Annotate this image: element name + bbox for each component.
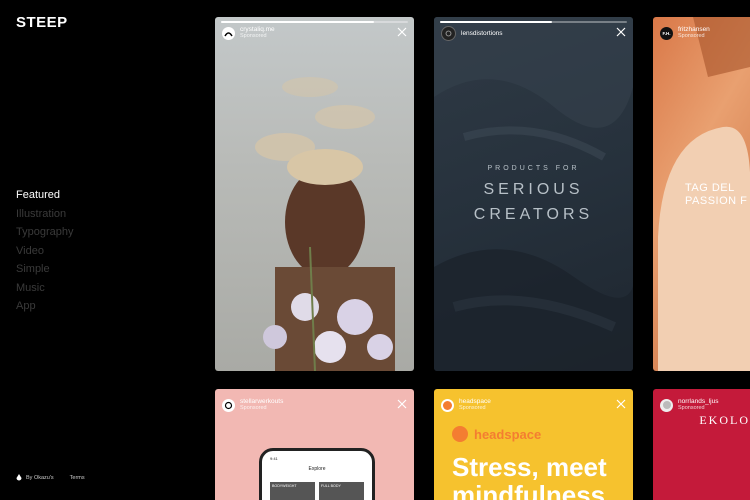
username[interactable]: stellarwerkouts — [240, 398, 283, 405]
avatar[interactable] — [441, 26, 456, 41]
avatar[interactable] — [222, 398, 235, 412]
category-nav: Featured Illustration Typography Video S… — [16, 186, 73, 316]
story-card-headspace[interactable]: headspace Sponsored headspace Stress, me… — [434, 389, 633, 500]
story-card-crystaliq[interactable]: crystaliq.me Sponsored — [215, 17, 414, 371]
ad-headline-line1: TAG DEL — [685, 182, 735, 194]
drop-icon — [16, 474, 22, 481]
avatar[interactable] — [222, 26, 235, 40]
avatar[interactable] — [441, 398, 454, 412]
sponsored-label: Sponsored — [240, 33, 267, 39]
nav-item-typography[interactable]: Typography — [16, 223, 73, 242]
story-card-lensdistortions[interactable]: lensdistortions PRODUCTS FOR SERIOUS CRE… — [434, 17, 633, 371]
sponsored-label: Sponsored — [678, 405, 705, 411]
username[interactable]: lensdistortions — [461, 30, 503, 37]
ad-headline-line1: Stress, meet — [452, 452, 607, 482]
chair-illustration — [658, 17, 750, 371]
story-card-stellarwerkouts[interactable]: stellarwerkouts Sponsored 9:41 Explore B… — [215, 389, 414, 500]
sponsored-label: Sponsored — [678, 33, 705, 39]
ad-headline-line2: mindfulness — [452, 480, 606, 500]
phone-time: 9:41 — [270, 456, 278, 461]
close-icon[interactable] — [616, 399, 626, 409]
ad-headline: Stress, meet mindfulness — [452, 453, 607, 500]
nav-item-simple[interactable]: Simple — [16, 260, 73, 279]
phone-tile: BODYWEIGHT — [270, 482, 315, 500]
ad-headline-line2: CREATORS — [473, 206, 594, 223]
avatar[interactable]: F.H. — [660, 26, 673, 40]
footer-by-link[interactable]: By Okazu's — [26, 475, 54, 481]
story-card-fritzhansen[interactable]: F.H. fritzhansen Sponsored TAG DEL PASSI… — [653, 17, 750, 371]
phone-mockup: 9:41 Explore BODYWEIGHT FULL BODY — [259, 448, 375, 500]
ad-eyebrow-text: PRODUCTS FOR — [487, 165, 580, 172]
story-progress — [440, 21, 627, 23]
phone-screen-title: Explore — [308, 466, 326, 472]
story-progress — [221, 21, 408, 23]
footer-terms-link[interactable]: Terms — [70, 475, 85, 481]
portrait-illustration — [255, 77, 395, 371]
nav-item-illustration[interactable]: Illustration — [16, 205, 73, 224]
phone-tile: FULL BODY — [319, 482, 364, 500]
nav-item-app[interactable]: App — [16, 297, 73, 316]
brand-name: headspace — [474, 426, 542, 442]
app-logo[interactable]: STEEP — [16, 14, 68, 31]
nav-item-video[interactable]: Video — [16, 242, 73, 261]
avatar[interactable] — [660, 398, 673, 412]
sponsored-label: Sponsored — [240, 405, 267, 411]
footer: By Okazu's Terms — [16, 474, 85, 481]
ad-headline-line2: PASSION F — [685, 195, 748, 207]
close-icon[interactable] — [616, 27, 626, 37]
close-icon[interactable] — [397, 399, 407, 409]
nav-item-featured[interactable]: Featured — [16, 186, 73, 205]
headspace-logo: headspace — [452, 426, 541, 442]
story-card-norrlands[interactable]: norrlands_ljus Sponsored EKOLO — [653, 389, 750, 500]
ad-headline-line1: SERIOUS — [483, 181, 584, 198]
username[interactable]: norrlands_ljus — [678, 398, 718, 405]
headspace-dot-icon — [452, 426, 468, 442]
sponsored-label: Sponsored — [459, 405, 486, 411]
nav-item-music[interactable]: Music — [16, 279, 73, 298]
username[interactable]: headspace — [459, 398, 491, 405]
close-icon[interactable] — [397, 27, 407, 37]
brand-name: EKOLO — [699, 413, 750, 427]
username[interactable]: fritzhansen — [678, 26, 710, 33]
username[interactable]: crystaliq.me — [240, 26, 275, 33]
